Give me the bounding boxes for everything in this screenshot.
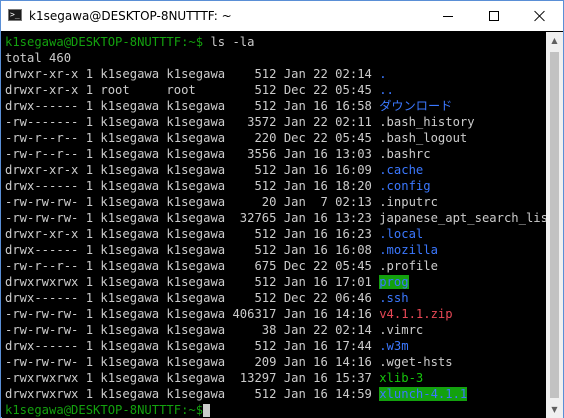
- listing-row: drwx------ 1 k1segawa k1segawa 512 Jan 1…: [5, 178, 431, 194]
- listing-row: -rw------- 1 k1segawa k1segawa 3572 Jan …: [5, 114, 475, 130]
- vertical-scrollbar[interactable]: ▲ ▼: [546, 32, 563, 418]
- file-metadata: -rwxrwxrwx 1 k1segawa k1segawa 13297 Jan…: [5, 371, 380, 385]
- terminal-window: >_ k1segawa@DESKTOP-8NUTTTF: ~ k1segawa@…: [0, 0, 564, 418]
- terminal-app-icon[interactable]: >_: [8, 9, 22, 21]
- file-name: .mozilla: [379, 243, 438, 257]
- listing-row: -rwxrwxrwx 1 k1segawa k1segawa 13297 Jan…: [5, 370, 423, 386]
- file-metadata: drwxrwxrwx 1 k1segawa k1segawa 512 Jan 1…: [5, 275, 380, 289]
- command-text: ls -la: [203, 35, 255, 49]
- listing-row: drwxrwxrwx 1 k1segawa k1segawa 512 Jan 1…: [5, 274, 409, 290]
- file-name: xlunch-4.1.1: [379, 387, 468, 401]
- file-metadata: drwx------ 1 k1segawa k1segawa 512 Jan 1…: [5, 339, 380, 353]
- file-metadata: drwx------ 1 k1segawa k1segawa 512 Jan 1…: [5, 99, 380, 113]
- file-name: ..: [379, 83, 394, 97]
- listing-row: drwx------ 1 k1segawa k1segawa 512 Jan 1…: [5, 338, 409, 354]
- file-metadata: -rw-r--r-- 1 k1segawa k1segawa 3556 Jan …: [5, 147, 380, 161]
- scroll-up-arrow-icon[interactable]: ▲: [546, 32, 563, 49]
- file-name: .w3m: [379, 339, 409, 353]
- file-metadata: drwx------ 1 k1segawa k1segawa 512 Jan 1…: [5, 243, 380, 257]
- minimize-icon: [443, 16, 453, 17]
- listing-row: -rw-rw-rw- 1 k1segawa k1segawa 32765 Jan…: [5, 210, 555, 226]
- file-name: .config: [379, 179, 431, 193]
- minimize-button[interactable]: [425, 1, 471, 31]
- file-name: .inputrc: [379, 195, 438, 209]
- file-name: .wget-hsts: [379, 355, 453, 369]
- file-metadata: drwxr-xr-x 1 k1segawa k1segawa 512 Jan 2…: [5, 67, 380, 81]
- file-metadata: -rw------- 1 k1segawa k1segawa 3572 Jan …: [5, 115, 380, 129]
- listing-row: drwxr-xr-x 1 root root 512 Dec 22 05:45 …: [5, 82, 394, 98]
- file-name: prog: [379, 275, 409, 289]
- file-metadata: -rw-rw-rw- 1 k1segawa k1segawa 209 Jan 1…: [5, 355, 380, 369]
- file-metadata: drwxrwxrwx 1 k1segawa k1segawa 512 Jan 1…: [5, 387, 380, 401]
- total-line: total 460: [5, 51, 72, 65]
- file-name: .bash_history: [379, 115, 475, 129]
- file-name: v4.1.1.zip: [379, 307, 453, 321]
- file-name: .ssh: [379, 291, 409, 305]
- file-metadata: drwx------ 1 k1segawa k1segawa 512 Dec 2…: [5, 291, 380, 305]
- file-name: .cache: [379, 163, 424, 177]
- final-prompt-line: k1segawa@DESKTOP-8NUTTTF:~$: [5, 402, 211, 418]
- title-bar[interactable]: >_ k1segawa@DESKTOP-8NUTTTF: ~: [1, 1, 563, 31]
- file-metadata: -rw-r--r-- 1 k1segawa k1segawa 675 Dec 2…: [5, 259, 380, 273]
- file-metadata: -rw-rw-rw- 1 k1segawa k1segawa 38 Jan 22…: [5, 323, 380, 337]
- listing-row: drwxr-xr-x 1 k1segawa k1segawa 512 Jan 1…: [5, 162, 423, 178]
- scroll-thumb[interactable]: [550, 52, 559, 398]
- listing-row: -rw-rw-rw- 1 k1segawa k1segawa 38 Jan 22…: [5, 322, 423, 338]
- listing-row: drwxr-xr-x 1 k1segawa k1segawa 512 Jan 2…: [5, 66, 387, 82]
- maximize-icon: [489, 11, 499, 21]
- command-line: k1segawa@DESKTOP-8NUTTTF:~$ ls -la: [5, 34, 255, 50]
- final-prompt: k1segawa@DESKTOP-8NUTTTF:~$: [5, 403, 204, 417]
- close-icon: [534, 10, 546, 22]
- file-metadata: -rw-rw-rw- 1 k1segawa k1segawa 406317 Ja…: [5, 307, 380, 321]
- file-metadata: drwxr-xr-x 1 k1segawa k1segawa 512 Jan 1…: [5, 227, 380, 241]
- file-name: .vimrc: [379, 323, 424, 337]
- window-title: k1segawa@DESKTOP-8NUTTTF: ~: [29, 9, 232, 23]
- file-name: ダウンロード: [379, 99, 453, 113]
- file-name: .: [379, 67, 387, 81]
- prompt: k1segawa@DESKTOP-8NUTTTF:~$: [5, 35, 204, 49]
- listing-row: -rw-r--r-- 1 k1segawa k1segawa 220 Dec 2…: [5, 130, 467, 146]
- close-button[interactable]: [517, 1, 563, 31]
- file-name: .profile: [379, 259, 438, 273]
- file-metadata: -rw-r--r-- 1 k1segawa k1segawa 220 Dec 2…: [5, 131, 380, 145]
- terminal-output[interactable]: k1segawa@DESKTOP-8NUTTTF:~$ ls -la total…: [2, 32, 555, 418]
- file-name: .bashrc: [379, 147, 431, 161]
- file-name: .bash_logout: [379, 131, 468, 145]
- listing-row: drwxrwxrwx 1 k1segawa k1segawa 512 Jan 1…: [5, 386, 468, 402]
- listing-row: -rw-r--r-- 1 k1segawa k1segawa 3556 Jan …: [5, 146, 431, 162]
- listing-row: drwxr-xr-x 1 k1segawa k1segawa 512 Jan 1…: [5, 226, 423, 242]
- file-metadata: drwx------ 1 k1segawa k1segawa 512 Jan 1…: [5, 179, 380, 193]
- file-name: xlib-3: [379, 371, 424, 385]
- listing-row: drwx------ 1 k1segawa k1segawa 512 Dec 2…: [5, 290, 409, 306]
- text-cursor: [203, 404, 211, 417]
- file-metadata: -rw-rw-rw- 1 k1segawa k1segawa 32765 Jan…: [5, 211, 380, 225]
- file-name: japanese_apt_search_list: [379, 211, 556, 225]
- file-metadata: -rw-rw-rw- 1 k1segawa k1segawa 20 Jan 7 …: [5, 195, 380, 209]
- listing-row: -rw-rw-rw- 1 k1segawa k1segawa 20 Jan 7 …: [5, 194, 438, 210]
- listing-row: -rw-rw-rw- 1 k1segawa k1segawa 406317 Ja…: [5, 306, 453, 322]
- file-metadata: drwxr-xr-x 1 root root 512 Dec 22 05:45: [5, 83, 380, 97]
- listing-row: drwx------ 1 k1segawa k1segawa 512 Jan 1…: [5, 98, 452, 114]
- scroll-down-arrow-icon[interactable]: ▼: [546, 401, 563, 418]
- listing-row: drwx------ 1 k1segawa k1segawa 512 Jan 1…: [5, 242, 438, 258]
- maximize-button[interactable]: [471, 1, 517, 31]
- file-metadata: drwxr-xr-x 1 k1segawa k1segawa 512 Jan 1…: [5, 163, 380, 177]
- listing-row: -rw-rw-rw- 1 k1segawa k1segawa 209 Jan 1…: [5, 354, 453, 370]
- file-name: .local: [379, 227, 424, 241]
- listing-row: -rw-r--r-- 1 k1segawa k1segawa 675 Dec 2…: [5, 258, 438, 274]
